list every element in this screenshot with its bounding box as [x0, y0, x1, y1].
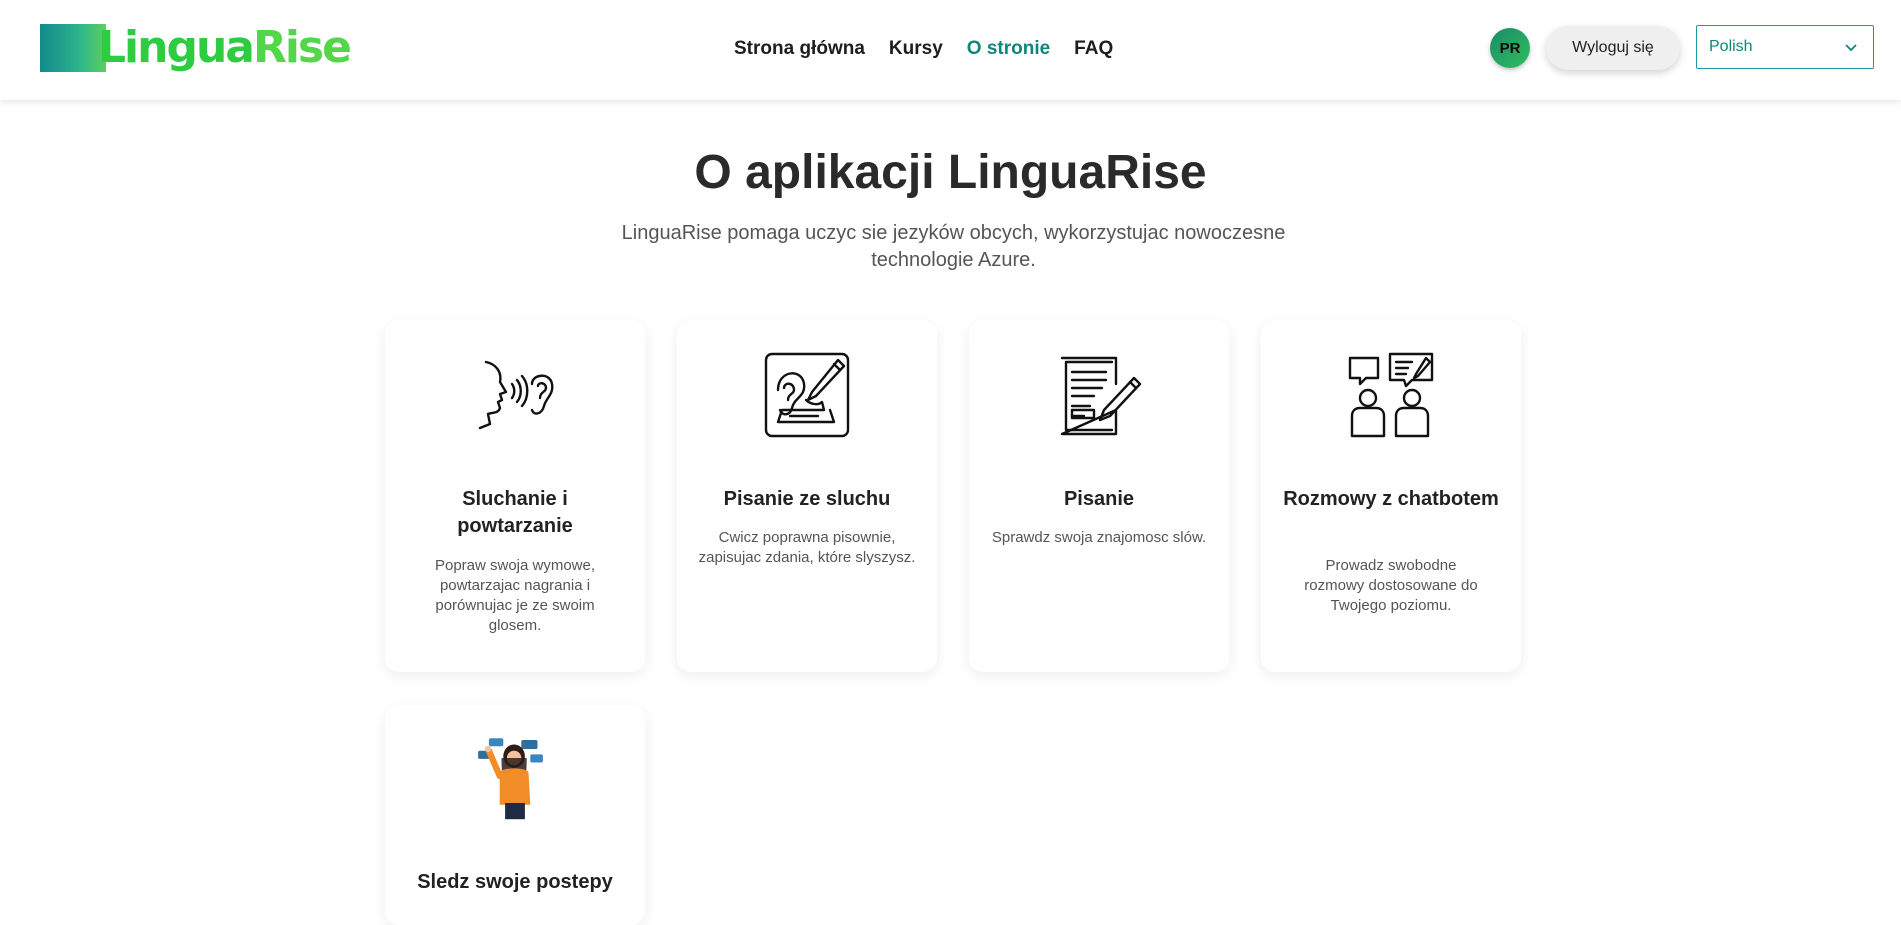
language-select-value: Polish — [1709, 38, 1753, 55]
nav-item-about[interactable]: O stronie — [967, 36, 1050, 62]
document-pencil-icon — [969, 350, 1229, 440]
feature-card-listening[interactable]: Sluchanie i powtarzanie Popraw swoja wym… — [385, 320, 645, 672]
feature-card-writing[interactable]: Pisanie Sprawdz swoja znajomosc slów. — [969, 320, 1229, 672]
page-subtitle: LinguaRise pomaga uczyc sie jezyków obcy… — [621, 222, 1286, 271]
feature-description: Sprawdz swoja znajomosc slów. — [991, 529, 1207, 546]
logo-text: LinguaRise — [98, 22, 352, 73]
feature-card-dictation[interactable]: Pisanie ze sluchu Cwicz poprawna pisowni… — [677, 320, 937, 672]
feature-title: Pisanie ze sluchu — [723, 488, 891, 510]
main-nav: Strona główna Kursy O stronie FAQ — [734, 36, 1137, 62]
nav-item-courses[interactable]: Kursy — [889, 36, 943, 62]
feature-description: Cwicz poprawna pisownie, zapisujac zdani… — [698, 529, 916, 566]
header: LinguaRise Strona główna Kursy O stronie… — [0, 0, 1901, 100]
chevron-down-icon — [1845, 44, 1857, 52]
chat-people-icon — [1261, 350, 1521, 440]
feature-card-progress[interactable]: Sledz swoje postepy — [385, 705, 645, 925]
feature-card-chatbot[interactable]: Rozmowy z chatbotem Prowadz swobodne roz… — [1261, 320, 1521, 672]
nav-item-faq[interactable]: FAQ — [1074, 36, 1113, 62]
logout-button[interactable]: Wyloguj się — [1546, 26, 1680, 70]
logo-mark — [40, 24, 106, 72]
feature-title: Sluchanie i powtarzanie — [457, 488, 573, 537]
feature-description: Prowadz swobodne rozmowy dostosowane do … — [1304, 557, 1478, 614]
feature-description: Popraw swoja wymowe, powtarzajac nagrani… — [434, 557, 596, 634]
woman-speech-bubbles-illustration — [385, 731, 645, 821]
nav-item-home[interactable]: Strona główna — [734, 36, 865, 62]
page-title: O aplikacji LinguaRise — [694, 146, 1207, 199]
feature-title: Rozmowy z chatbotem — [1283, 488, 1499, 510]
feature-title: Pisanie — [1063, 488, 1135, 510]
avatar[interactable]: PR — [1490, 28, 1530, 68]
feature-title: Sledz swoje postepy — [417, 871, 613, 893]
ear-writing-icon — [677, 350, 937, 440]
speaking-listening-icon — [385, 350, 645, 440]
logo[interactable]: LinguaRise — [40, 20, 352, 76]
language-select[interactable]: Polish — [1696, 25, 1874, 69]
